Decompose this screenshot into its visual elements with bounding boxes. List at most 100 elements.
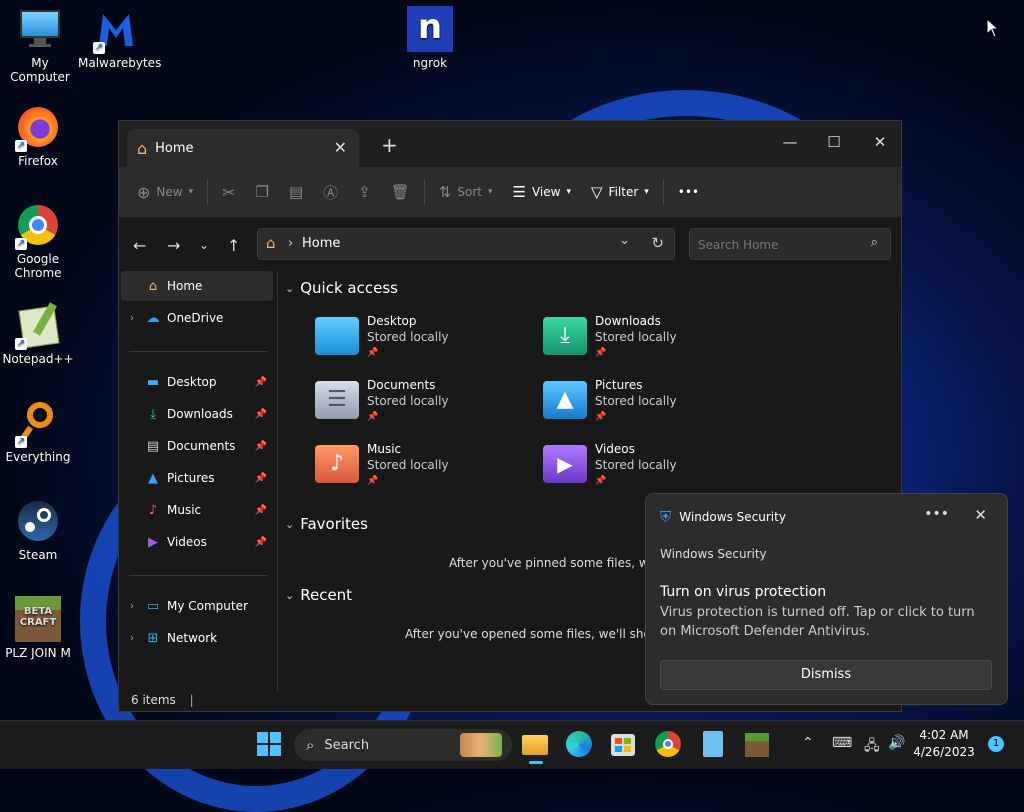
- see-more-button[interactable]: •••: [668, 175, 709, 209]
- section-favorites[interactable]: ⌄ Favorites: [285, 515, 368, 533]
- desktop-icon-ngrok[interactable]: n ngrok: [392, 6, 468, 70]
- quick-access-pictures[interactable]: ▲ Pictures Stored locally 📌: [543, 377, 753, 433]
- sidebar-item-label: Desktop: [167, 375, 217, 389]
- quick-access-videos[interactable]: ▶ Videos Stored locally 📌: [543, 441, 753, 497]
- keyboard-layout-icon[interactable]: ⌨: [832, 735, 852, 751]
- sidebar-item-documents[interactable]: ▤ Documents 📌: [121, 431, 273, 461]
- breadcrumb-home[interactable]: Home: [302, 236, 340, 251]
- folder-icon: [522, 735, 548, 755]
- copy-button[interactable]: ❐: [246, 175, 279, 209]
- sidebar-item-downloads[interactable]: ⤓ Downloads 📌: [121, 399, 273, 429]
- clock[interactable]: 4:02 AM 4/26/2023: [912, 727, 976, 761]
- up-button[interactable]: ↑: [227, 236, 240, 255]
- sidebar-item-music[interactable]: ♪ Music 📌: [121, 495, 273, 525]
- taskbar-file-explorer[interactable]: [522, 731, 550, 764]
- rename-button[interactable]: Ⓐ: [313, 175, 348, 209]
- rename-icon: Ⓐ: [323, 183, 339, 202]
- sidebar-item-my-computer[interactable]: › ▭ My Computer: [121, 591, 273, 621]
- sidebar-item-home[interactable]: ⌂ Home: [121, 271, 273, 301]
- cut-button[interactable]: ✂: [212, 175, 245, 209]
- desktop-icon-label: Firefox: [18, 154, 58, 168]
- filter-button[interactable]: ▽ Filter ▾: [581, 175, 659, 209]
- maximize-button[interactable]: ☐: [811, 127, 857, 157]
- expand-chevron-icon[interactable]: ›: [121, 633, 143, 644]
- address-dropdown-icon[interactable]: ⌄: [619, 233, 630, 248]
- desktop-icon-malwarebytes[interactable]: ↗ Malwarebytes: [78, 6, 161, 70]
- start-button[interactable]: [256, 731, 284, 759]
- sort-button[interactable]: ⇅ Sort ▾: [429, 175, 503, 209]
- quick-access-downloads[interactable]: ⤓ Downloads Stored locally 📌: [543, 313, 753, 369]
- windows-security-notification[interactable]: ⛨ Windows Security ••• ✕ Windows Securit…: [645, 493, 1008, 705]
- pin-icon: 📌: [254, 504, 267, 516]
- item-location: Stored locally: [367, 458, 449, 472]
- item-name: Pictures: [595, 378, 643, 392]
- notepad-icon: [703, 731, 723, 757]
- desktop-icon-notepadpp[interactable]: ↗ Notepad++: [0, 302, 76, 366]
- cut-icon: ✂: [222, 182, 236, 202]
- section-quick-access[interactable]: ⌄ Quick access: [285, 279, 398, 297]
- item-name: Videos: [595, 442, 635, 456]
- add-circle-icon: ⊕: [137, 182, 151, 202]
- taskbar-store[interactable]: [611, 731, 639, 759]
- chevron-down-icon: ▾: [488, 187, 493, 197]
- sort-label: Sort: [457, 185, 482, 199]
- share-button[interactable]: ⇪: [348, 175, 381, 209]
- desktop-icon-firefox[interactable]: ↗ Firefox: [0, 104, 76, 168]
- tab-home[interactable]: ⌂ Home ✕: [127, 129, 359, 167]
- notification-title: Turn on virus protection: [660, 584, 827, 600]
- desktop-icon-chrome[interactable]: ↗ Google Chrome: [0, 202, 76, 280]
- notification-more-button[interactable]: •••: [924, 506, 949, 522]
- notification-center-badge[interactable]: 1: [988, 736, 1004, 752]
- show-hidden-icons-button[interactable]: ⌃: [802, 735, 814, 751]
- quick-access-music[interactable]: ♪ Music Stored locally 📌: [315, 441, 525, 497]
- taskbar-chrome[interactable]: [655, 731, 683, 759]
- active-indicator: [529, 761, 543, 764]
- sidebar-item-onedrive[interactable]: › ☁ OneDrive: [121, 303, 273, 333]
- new-button[interactable]: ⊕ New ▾: [127, 175, 203, 209]
- address-bar[interactable]: ⌂ › Home ⌄ ↻: [257, 228, 675, 260]
- recent-locations-button[interactable]: ⌄: [199, 238, 209, 252]
- new-tab-button[interactable]: +: [381, 133, 398, 157]
- desktop-icon-my-computer[interactable]: My Computer: [2, 6, 78, 84]
- sidebar-item-desktop[interactable]: ▬ Desktop 📌: [121, 367, 273, 397]
- close-tab-icon[interactable]: ✕: [334, 138, 347, 157]
- forward-button[interactable]: →: [167, 236, 180, 255]
- search-input[interactable]: [690, 229, 860, 261]
- status-bar: 6 items |: [131, 693, 194, 707]
- view-button[interactable]: ☰ View ▾: [503, 175, 581, 209]
- minimize-button[interactable]: —: [767, 127, 813, 157]
- pin-icon: 📌: [367, 476, 379, 486]
- dismiss-button[interactable]: Dismiss: [660, 660, 992, 690]
- desktop-icon-everything[interactable]: ↗ Everything: [0, 400, 76, 464]
- sidebar-item-network[interactable]: › ⊞ Network: [121, 623, 273, 653]
- shield-icon: ⛨: [660, 508, 672, 526]
- cloud-icon: ☁: [146, 310, 160, 326]
- quick-access-desktop[interactable]: Desktop Stored locally 📌: [315, 313, 525, 369]
- network-status-icon[interactable]: 🖧: [864, 735, 880, 759]
- back-button[interactable]: ←: [133, 236, 146, 255]
- taskbar-minecraft[interactable]: [745, 731, 773, 759]
- section-recent[interactable]: ⌄ Recent: [285, 586, 352, 604]
- desktop-icon-betacraft[interactable]: BETA CRAFT PLZ JOIN M: [0, 596, 76, 660]
- taskbar-notepad[interactable]: [700, 731, 728, 759]
- filter-label: Filter: [608, 185, 639, 199]
- delete-button[interactable]: 🗑: [381, 175, 420, 209]
- refresh-icon[interactable]: ↻: [651, 234, 664, 252]
- taskbar-search[interactable]: ⌕ Search: [294, 729, 512, 761]
- pin-icon: 📌: [254, 376, 267, 388]
- volume-icon[interactable]: 🔊: [888, 735, 905, 751]
- sidebar-item-pictures[interactable]: ▲ Pictures 📌: [121, 463, 273, 493]
- taskbar-edge[interactable]: [566, 731, 594, 759]
- shortcut-arrow-icon: ↗: [15, 338, 27, 350]
- expand-chevron-icon[interactable]: ›: [121, 313, 143, 324]
- videos-folder-icon: ▶: [543, 445, 587, 483]
- desktop-icon-steam[interactable]: Steam: [0, 498, 76, 562]
- expand-chevron-icon[interactable]: ›: [121, 601, 143, 612]
- quick-access-documents[interactable]: ☰ Documents Stored locally 📌: [315, 377, 525, 433]
- close-window-button[interactable]: ✕: [857, 127, 903, 157]
- paste-button[interactable]: ▤: [279, 175, 313, 209]
- sidebar-item-videos[interactable]: ▶ Videos 📌: [121, 527, 273, 557]
- search-icon[interactable]: ⌕: [871, 235, 878, 250]
- recent-empty-message: After you've opened some files, we'll sh…: [405, 627, 677, 641]
- notification-close-button[interactable]: ✕: [974, 506, 987, 524]
